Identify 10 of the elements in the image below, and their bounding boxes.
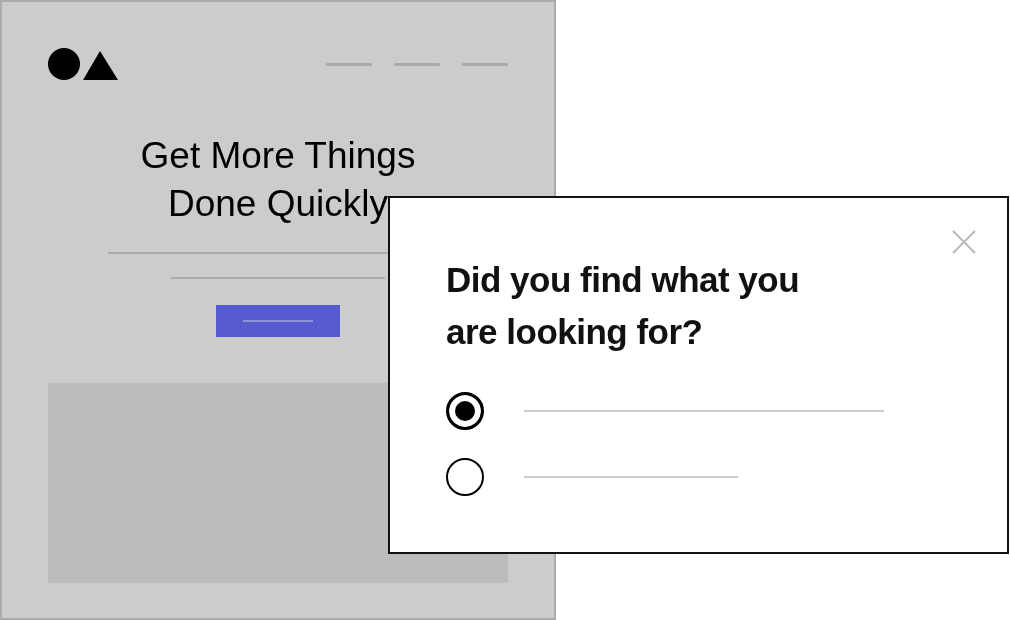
headline: Get More Things Done Quickly — [139, 134, 417, 226]
nav-link-placeholder[interactable] — [326, 62, 372, 66]
radio-button[interactable] — [446, 392, 484, 430]
nav-link-placeholder[interactable] — [462, 62, 508, 66]
radio-button[interactable] — [446, 458, 484, 496]
cta-button[interactable] — [216, 305, 340, 337]
nav-link-placeholder[interactable] — [394, 62, 440, 66]
survey-question: Did you find what you are looking for? — [446, 259, 801, 353]
close-icon[interactable] — [952, 230, 976, 254]
logo-icon — [48, 48, 118, 80]
